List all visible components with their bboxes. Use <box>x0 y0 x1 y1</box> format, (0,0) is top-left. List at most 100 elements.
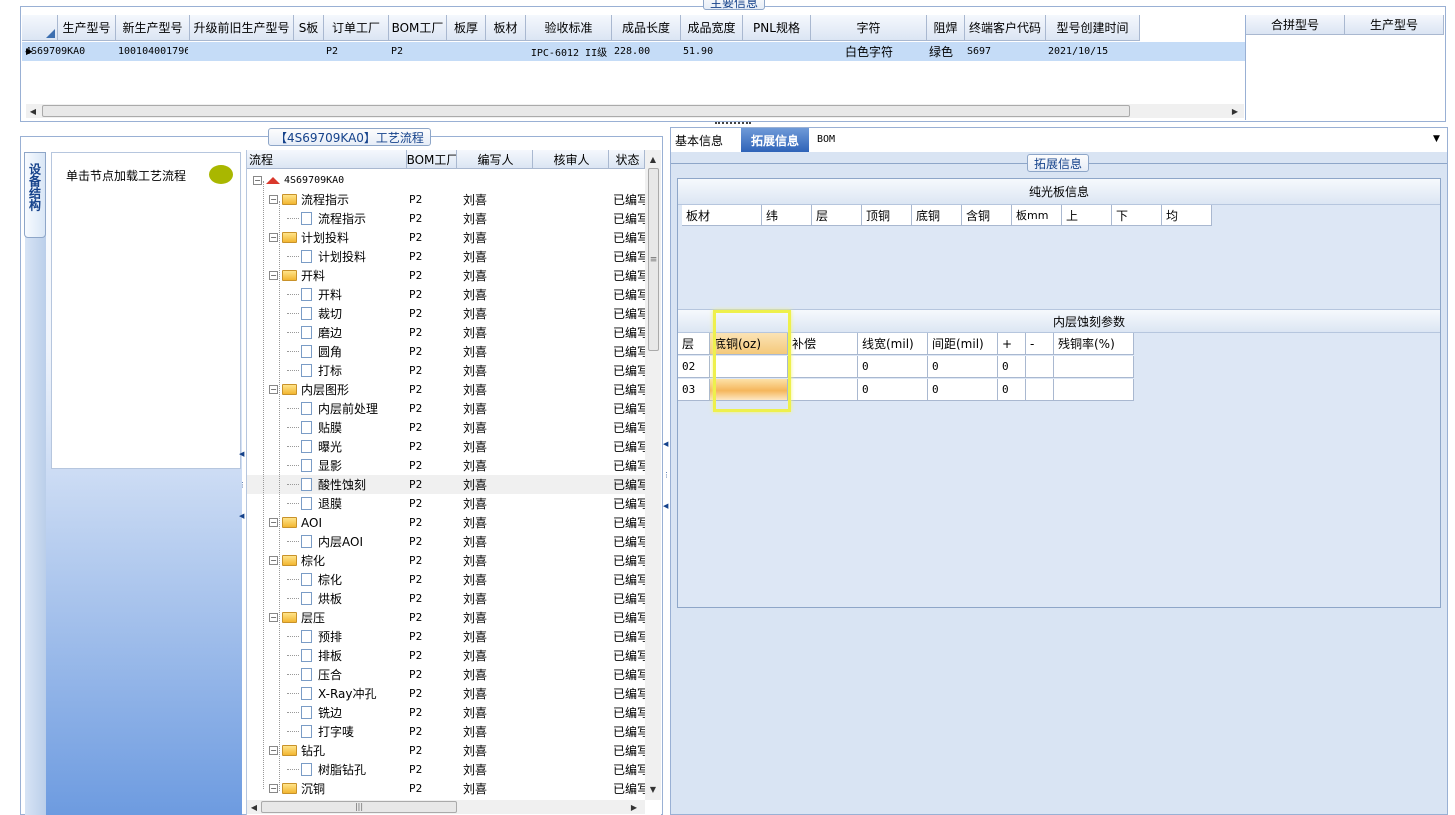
inner-etch-cell[interactable]: 02 <box>678 356 710 378</box>
inner-etch-cell[interactable]: 0 <box>928 356 998 378</box>
tree-node-label[interactable]: − 沉铜 <box>269 779 325 797</box>
main-cell-mask[interactable]: 绿色 <box>929 42 963 61</box>
bare-board-col-2[interactable]: 层 <box>812 205 862 226</box>
tree-node-text[interactable]: 显影 <box>318 457 342 474</box>
col-header-1[interactable]: 新生产型号 <box>116 15 190 41</box>
tree-node-label[interactable]: 打字唛 <box>287 722 354 741</box>
tree-node-label[interactable]: − 流程指示 <box>269 190 349 209</box>
tree-node-29[interactable]: 打字唛 P2 刘喜 已编写 <box>247 722 657 741</box>
tree-vscroll-thumb[interactable]: ≡ <box>648 168 659 351</box>
tree-hscroll[interactable]: ◀ ||| ▶ <box>247 800 645 814</box>
tab-dropdown-icon[interactable]: ▼ <box>1433 134 1440 144</box>
col-header-14[interactable]: 终端客户代码 <box>965 15 1046 41</box>
tree-node-18[interactable]: − AOI P2 刘喜 已编写 <box>247 513 657 532</box>
tree-node-text[interactable]: 磨边 <box>318 324 342 341</box>
bare-board-col-3[interactable]: 顶铜 <box>862 205 912 226</box>
collapse-icon[interactable]: − <box>269 784 278 793</box>
main-cell-wid[interactable]: 51.90 <box>683 42 741 61</box>
tree-node-label[interactable]: 酸性蚀刻 <box>287 475 366 494</box>
merge-model-grid[interactable]: 合拼型号 生产型号 <box>1245 15 1444 120</box>
tree-node-text[interactable]: 内层前处理 <box>318 400 378 417</box>
tree-node-label[interactable]: 流程指示 <box>287 209 366 228</box>
inner-etch-col-5[interactable]: + <box>998 333 1026 355</box>
tab-extended-info[interactable]: 拓展信息 <box>741 128 809 152</box>
tree-node-12[interactable]: 内层前处理 P2 刘喜 已编写 <box>247 399 657 418</box>
tree-col-header-4[interactable]: 状态 <box>609 150 645 169</box>
tree-node-label[interactable]: 排板 <box>287 646 342 665</box>
tree-node-label[interactable]: 退膜 <box>287 494 342 513</box>
tree-node-text[interactable]: 层压 <box>301 609 325 626</box>
tree-node-label[interactable]: 压合 <box>287 665 342 684</box>
col-header-9[interactable]: 成品长度 <box>612 15 681 41</box>
tree-node-2[interactable]: 流程指示 P2 刘喜 已编写 <box>247 209 657 228</box>
main-cell-order_fac[interactable]: P2 <box>326 42 387 61</box>
merge-col-header-0[interactable]: 合拼型号 <box>1246 15 1345 35</box>
bare-board-col-5[interactable]: 含铜 <box>962 205 1012 226</box>
tab-basic-info[interactable]: 基本信息 <box>675 132 723 149</box>
scroll-left-icon[interactable]: ◀ <box>26 104 40 118</box>
tree-node-text[interactable]: 棕化 <box>318 571 342 588</box>
main-cell-prod[interactable]: 4S69709KA0 <box>25 42 113 61</box>
inner-etch-cell[interactable]: 03 <box>678 379 710 401</box>
tree-node-17[interactable]: 退膜 P2 刘喜 已编写 <box>247 494 657 513</box>
collapse-right-grip[interactable]: ◀ ⋮ ◀ <box>663 440 670 510</box>
tab-equipment-structure[interactable]: 设备结构 <box>24 152 46 238</box>
inner-etch-cell[interactable]: 0 <box>858 356 928 378</box>
inner-etch-cell[interactable]: 0 <box>998 356 1026 378</box>
tree-node-14[interactable]: 曝光 P2 刘喜 已编写 <box>247 437 657 456</box>
collapse-icon[interactable]: − <box>269 613 278 622</box>
tree-node-label[interactable]: 计划投料 <box>287 247 366 266</box>
main-cell-thick[interactable] <box>449 42 484 61</box>
col-header-15[interactable]: 型号创建时间 <box>1046 15 1140 41</box>
scroll-up-icon[interactable]: ▲ <box>646 152 660 166</box>
tree-scroll-right-icon[interactable]: ▶ <box>627 800 641 814</box>
main-cell-cust[interactable]: S697 <box>967 42 1044 61</box>
collapse-icon[interactable]: − <box>269 385 278 394</box>
bare-board-col-1[interactable]: 纬 <box>762 205 812 226</box>
tree-col-header-2[interactable]: 编写人 <box>457 150 533 169</box>
tree-node-11[interactable]: − 内层图形 P2 刘喜 已编写 <box>247 380 657 399</box>
bare-board-col-8[interactable]: 下 <box>1112 205 1162 226</box>
tree-node-label[interactable]: − 开料 <box>269 266 325 285</box>
tree-node-8[interactable]: 磨边 P2 刘喜 已编写 <box>247 323 657 342</box>
tree-node-text[interactable]: 内层AOI <box>318 533 363 550</box>
tree-node-7[interactable]: 裁切 P2 刘喜 已编写 <box>247 304 657 323</box>
main-cell-pnl[interactable] <box>745 42 809 61</box>
bare-board-col-7[interactable]: 上 <box>1062 205 1112 226</box>
tree-node-label[interactable]: 曝光 <box>287 437 342 456</box>
collapse-icon[interactable]: − <box>253 176 262 185</box>
main-cell-char[interactable]: 白色字符 <box>813 42 925 61</box>
col-header-11[interactable]: PNL规格 <box>743 15 811 41</box>
tree-node-label[interactable]: − 层压 <box>269 608 325 627</box>
main-cell-bom_fac[interactable]: P2 <box>391 42 445 61</box>
inner-etch-col-4[interactable]: 间距(mil) <box>928 333 998 355</box>
inner-etch-cell[interactable] <box>1026 379 1054 401</box>
inner-etch-cell[interactable] <box>788 356 858 378</box>
tree-node-label[interactable]: 开料 <box>287 285 342 304</box>
tree-node-text[interactable]: 预排 <box>318 628 342 645</box>
flow-tree-grid[interactable]: 流程BOM工厂编写人核审人状态 −4S69709KA0−流程指示P2刘喜已编写流… <box>246 150 661 815</box>
main-cell-len[interactable]: 228.00 <box>614 42 679 61</box>
tree-node-label[interactable]: 显影 <box>287 456 342 475</box>
tree-node-16[interactable]: 酸性蚀刻 P2 刘喜 已编写 <box>247 475 657 494</box>
main-cell-created[interactable]: 2021/10/15 <box>1048 42 1138 61</box>
inner-etch-cell[interactable]: 0 <box>998 379 1026 401</box>
tree-node-label[interactable]: 圆角 <box>287 342 342 361</box>
inner-etch-cell[interactable] <box>1026 356 1054 378</box>
inner-etch-col-0[interactable]: 层 <box>678 333 710 355</box>
main-cell-standard[interactable]: IPC-6012 II级 <box>528 42 610 61</box>
tree-node-text[interactable]: 退膜 <box>318 495 342 512</box>
col-header-0[interactable]: 生产型号 <box>58 15 116 41</box>
tree-node-text[interactable]: 棕化 <box>301 552 325 569</box>
tree-node-label[interactable]: 内层AOI <box>287 532 363 551</box>
tree-node-label[interactable]: 磨边 <box>287 323 342 342</box>
tree-node-label[interactable]: 打标 <box>287 361 342 380</box>
tree-node-15[interactable]: 显影 P2 刘喜 已编写 <box>247 456 657 475</box>
collapse-icon[interactable]: − <box>269 518 278 527</box>
collapse-icon[interactable]: − <box>269 746 278 755</box>
tree-node-9[interactable]: 圆角 P2 刘喜 已编写 <box>247 342 657 361</box>
bare-board-col-4[interactable]: 底铜 <box>912 205 962 226</box>
inner-etch-cell[interactable]: 0 <box>928 379 998 401</box>
splitter-grip[interactable] <box>715 122 751 125</box>
tree-hscroll-thumb[interactable]: ||| <box>261 801 457 813</box>
